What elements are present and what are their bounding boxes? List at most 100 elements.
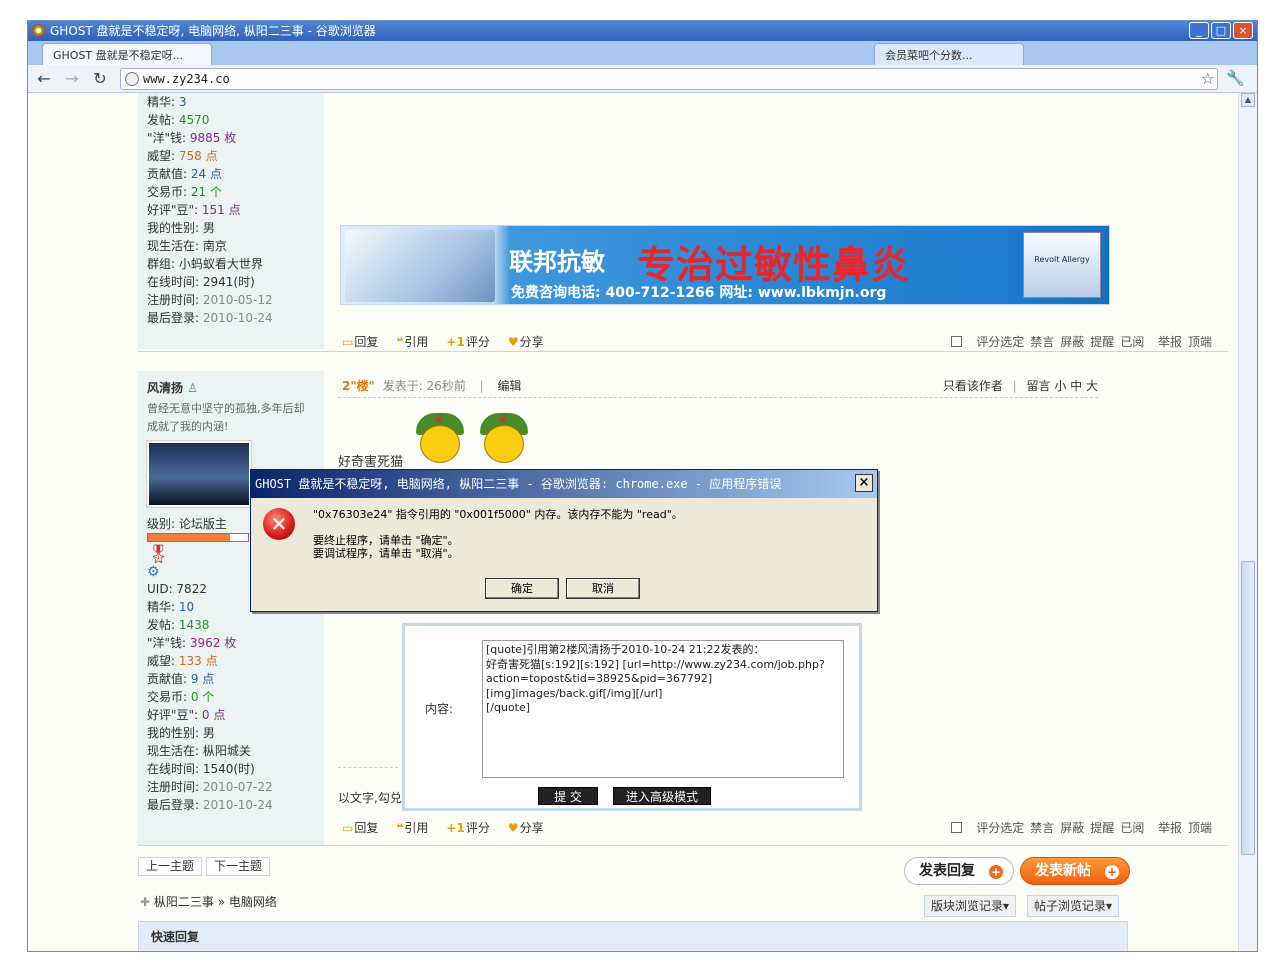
edit-link[interactable]: 编辑 <box>498 379 522 393</box>
rate-link[interactable]: +1评分 <box>446 819 489 837</box>
manage-link[interactable]: 提醒 <box>1090 821 1114 835</box>
post1-user-profile: 精华: 3 发帖: 4570 "洋"钱: 9885 枚威望: 758 点贡献值: 2… <box>138 93 324 349</box>
advanced-mode-button[interactable]: 进入高级模式 <box>613 787 711 805</box>
manage-link[interactable]: 顶端 <box>1188 821 1212 835</box>
quote-link[interactable]: ❝引用 <box>396 819 428 837</box>
post-separator <box>138 845 1228 846</box>
back-button[interactable]: ← <box>34 69 54 89</box>
next-topic-button[interactable]: 下一主题 <box>206 857 271 876</box>
quick-quote-panel: 内容: [quote]引用第2楼风清扬于2010-10-24 21:22发表的：… <box>402 623 862 811</box>
heart-icon: ♥ <box>507 821 519 835</box>
profile-field: 现生活在: 枞阳城关 <box>147 744 251 758</box>
board-history-button[interactable]: 版块浏览记录▾ <box>924 895 1017 917</box>
profile-field: 贡献值: 9 点 <box>147 672 215 686</box>
post2-header-right: 只看该作者 | 留言 小 中 大 <box>942 379 1098 393</box>
manage-link[interactable]: 禁言 <box>1030 335 1054 349</box>
profile-field: 贡献值: 24 点 <box>147 167 222 181</box>
manage-link[interactable]: 提醒 <box>1090 335 1114 349</box>
post2-author[interactable]: 风清扬 ♙ <box>147 371 315 396</box>
post2-actions: ▭回复 ❝引用 +1评分 ♥分享 <box>342 819 544 837</box>
post-history-button[interactable]: 帖子浏览记录▾ <box>1027 895 1120 917</box>
smiley-emoticon-icon: ★ <box>410 413 470 465</box>
manage-link[interactable]: 屏蔽 <box>1060 821 1084 835</box>
share-link[interactable]: ♥分享 <box>508 819 544 837</box>
post1-actions: ▭回复 ❝引用 +1评分 ♥分享 <box>342 333 544 351</box>
submit-button[interactable]: 提 交 <box>538 787 598 805</box>
profile-field: 我的性别: 男 <box>147 726 215 740</box>
profile-field: 发帖: 4570 <box>147 113 210 127</box>
dialog-close-button[interactable]: × <box>855 474 873 492</box>
post1-manage-links: 评分选定 禁言 屏蔽 提醒 已阅 举报 顶端 <box>945 333 1212 350</box>
ok-button[interactable]: 确定 <box>485 578 559 599</box>
wrench-menu-icon[interactable]: 🔧 <box>1226 69 1245 87</box>
address-text: www.zy234.co <box>143 72 230 86</box>
scroll-up-icon[interactable]: ▲ <box>1241 93 1255 107</box>
error-icon: ✕ <box>263 508 295 540</box>
reply-icon: ▭ <box>342 335 354 349</box>
quote-icon: ❝ <box>396 821 404 835</box>
page-scrollbar[interactable]: ▲ <box>1238 93 1257 951</box>
profile-field: "洋"钱: 3962 枚 <box>147 636 237 650</box>
new-post-button[interactable]: 发表新帖 + <box>1020 857 1130 885</box>
share-link[interactable]: ♥分享 <box>508 333 544 351</box>
bookmark-star-icon[interactable]: ☆ <box>1201 69 1215 88</box>
window-title: GHOST 盘就是不稳定呀, 电脑网络, 枞阳二三事 - 谷歌浏览器 <box>50 24 376 38</box>
reload-button[interactable]: ↻ <box>90 69 110 89</box>
scroll-thumb[interactable] <box>1241 561 1255 855</box>
content-label: 内容: <box>425 702 454 716</box>
post-separator <box>138 351 1228 352</box>
manage-link[interactable]: 举报 <box>1158 821 1182 835</box>
post-time: 发表于: 26秒前 <box>382 379 466 393</box>
dialog-message: "0x76303e24" 指令引用的 "0x001f5000" 内存。该内存不能… <box>313 508 683 560</box>
globe-icon <box>125 72 139 86</box>
manage-link[interactable]: 评分选定 <box>976 821 1024 835</box>
post2-text: 好奇害死猫 <box>338 455 404 470</box>
post2-signature: 曾经无意中坚守的孤独,多年后却成就了我的内涵! <box>147 402 305 433</box>
profile-field: 注册时间: 2010-05-12 <box>147 293 273 307</box>
post2-header: 2"楼" 发表于: 26秒前 | 编辑 <box>342 379 522 393</box>
close-window-button[interactable]: × <box>1233 22 1253 39</box>
minimize-button[interactable]: _ <box>1189 22 1209 39</box>
rate-link[interactable]: +1评分 <box>446 333 489 351</box>
profile-field: 最后登录: 2010-10-24 <box>147 311 273 325</box>
post2-text-2: 以文字,勾兑 <box>338 791 402 805</box>
manage-link[interactable]: 顶端 <box>1188 335 1212 349</box>
forward-button[interactable]: → <box>62 69 82 89</box>
app-error-dialog: GHOST 盘就是不稳定呀, 电脑网络, 枞阳二三事 - 谷歌浏览器: chro… <box>250 469 878 612</box>
crumb-home[interactable]: 枞阳二三事 <box>154 895 214 909</box>
tab-current[interactable]: GHOST 盘就是不稳定呀... <box>42 43 212 65</box>
post-reply-button[interactable]: 发表回复 + <box>904 857 1014 885</box>
rate-select-checkbox[interactable] <box>951 822 963 833</box>
font-size-links[interactable]: 留言 小 中 大 <box>1027 379 1098 393</box>
product-box: Revolt Allergy <box>1023 232 1101 298</box>
online-user-icon: ♙ <box>187 381 198 395</box>
address-bar[interactable]: www.zy234.co <box>120 68 1218 90</box>
floor-number: 2"楼" <box>342 379 375 393</box>
quote-link[interactable]: ❝引用 <box>396 333 428 351</box>
reply-link[interactable]: ▭回复 <box>342 819 378 837</box>
breadcrumb: ✚ 枞阳二三事 » 电脑网络 <box>140 895 277 909</box>
profile-field: 交易币: 0 个 <box>147 690 215 704</box>
manage-link[interactable]: 已阅 <box>1120 335 1144 349</box>
rate-select-checkbox[interactable] <box>951 336 963 347</box>
tab-other[interactable]: 会员菜吧个分数... <box>874 43 1024 65</box>
manage-link[interactable]: 举报 <box>1158 335 1182 349</box>
cancel-button[interactable]: 取消 <box>566 578 640 599</box>
quote-textarea[interactable]: [quote]引用第2楼风清扬于2010-10-24 21:22发表的： 好奇害… <box>482 640 844 778</box>
crumb-forum[interactable]: 电脑网络 <box>229 895 277 909</box>
quote-icon: ❝ <box>396 335 404 349</box>
only-author-link[interactable]: 只看该作者 <box>943 379 1003 393</box>
rate-icon: +1 <box>446 335 465 349</box>
post2-manage-links: 评分选定 禁言 屏蔽 提醒 已阅 举报 顶端 <box>945 819 1212 836</box>
manage-link[interactable]: 评分选定 <box>976 335 1024 349</box>
manage-link[interactable]: 屏蔽 <box>1060 335 1084 349</box>
manage-link[interactable]: 已阅 <box>1120 821 1144 835</box>
ad-banner[interactable]: 联邦抗敏 专治过敏性鼻炎 免费咨询电话: 400-712-1266 网址: ww… <box>340 225 1110 305</box>
profile-field: 群组: 小蚂蚁看大世界 <box>147 257 263 271</box>
manage-link[interactable]: 禁言 <box>1030 821 1054 835</box>
reply-link[interactable]: ▭回复 <box>342 333 378 351</box>
prev-topic-button[interactable]: 上一主题 <box>138 857 203 876</box>
avatar[interactable] <box>147 441 251 507</box>
maximize-button[interactable]: □ <box>1211 22 1231 39</box>
plus-icon: + <box>1105 865 1119 879</box>
